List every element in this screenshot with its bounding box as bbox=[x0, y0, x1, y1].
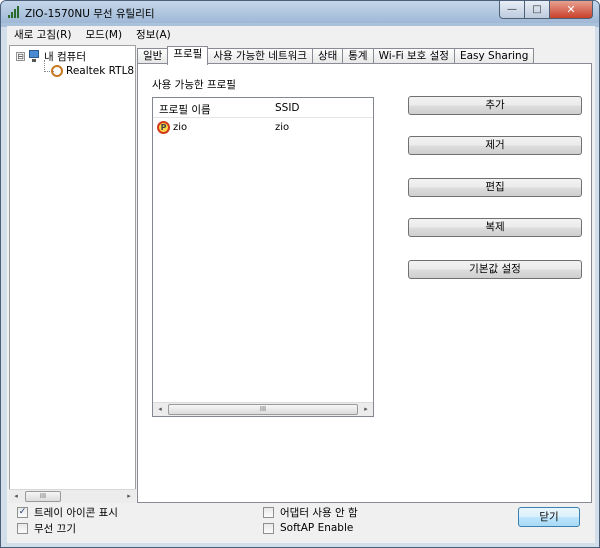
scroll-right-icon[interactable]: ▸ bbox=[122, 490, 136, 503]
tree-item-adapter[interactable]: Realtek RTL8188 bbox=[51, 64, 135, 78]
disable-adapter-option[interactable]: 어댑터 사용 안 함 bbox=[263, 505, 358, 519]
section-label: 사용 가능한 프로필 bbox=[152, 79, 236, 91]
tree-item-my-computer[interactable]: ⊟ 내 컴퓨터 bbox=[16, 49, 86, 63]
tab-statistics[interactable]: 통계 bbox=[342, 48, 374, 64]
profile-icon: P bbox=[157, 121, 170, 134]
scroll-thumb[interactable]: III bbox=[168, 404, 358, 415]
close-button[interactable]: 닫기 bbox=[518, 507, 580, 527]
menu-bar: 새로 고침(R) 모드(M) 정보(A) bbox=[7, 26, 595, 43]
client-area: ⊟ 내 컴퓨터 Realtek RTL8188 ◂ III ▸ 일반 프로필 사… bbox=[7, 43, 595, 543]
disable-adapter-label: 어댑터 사용 안 함 bbox=[280, 506, 358, 519]
scroll-right-icon[interactable]: ▸ bbox=[359, 403, 373, 416]
close-window-button[interactable]: ✕ bbox=[550, 1, 593, 19]
tab-general[interactable]: 일반 bbox=[137, 48, 169, 64]
profile-list[interactable]: 프로필 이름 SSID P zio zio ◂ III ▸ bbox=[152, 97, 374, 417]
tab-strip: 일반 프로필 사용 가능한 네트워크 상태 통계 Wi-Fi 보호 설정 Eas… bbox=[137, 46, 535, 65]
remove-profile-button[interactable]: 제거 bbox=[408, 136, 582, 155]
caption-buttons: — □ ✕ bbox=[499, 1, 593, 19]
scroll-left-icon[interactable]: ◂ bbox=[9, 490, 23, 503]
tree-item-label: Realtek RTL8188 bbox=[66, 65, 135, 77]
tab-available-networks[interactable]: 사용 가능한 네트워크 bbox=[207, 48, 313, 64]
softap-label: SoftAP Enable bbox=[280, 522, 354, 534]
list-horizontal-scrollbar[interactable]: ◂ III ▸ bbox=[153, 402, 373, 416]
menu-about[interactable]: 정보(A) bbox=[129, 27, 178, 42]
menu-mode[interactable]: 모드(M) bbox=[78, 27, 129, 42]
maximize-icon: □ bbox=[532, 4, 542, 15]
profile-name-cell: zio bbox=[173, 122, 188, 133]
softap-checkbox[interactable] bbox=[263, 522, 274, 534]
device-tree[interactable]: ⊟ 내 컴퓨터 Realtek RTL8188 bbox=[9, 45, 136, 503]
tab-status[interactable]: 상태 bbox=[311, 48, 344, 64]
computer-icon bbox=[28, 49, 40, 63]
title-bar[interactable]: ZIO-1570NU 무선 유틸리티 — □ ✕ bbox=[1, 1, 599, 23]
add-profile-button[interactable]: 추가 bbox=[408, 96, 582, 115]
menu-refresh[interactable]: 새로 고침(R) bbox=[7, 27, 78, 42]
signal-bars-icon bbox=[7, 5, 21, 19]
radio-off-label: 무선 끄기 bbox=[34, 522, 76, 535]
edit-profile-button[interactable]: 편집 bbox=[408, 178, 582, 197]
list-header: 프로필 이름 SSID bbox=[153, 98, 373, 118]
radio-off-checkbox[interactable] bbox=[17, 522, 28, 534]
tree-horizontal-scrollbar[interactable]: ◂ III ▸ bbox=[9, 489, 136, 503]
tray-icon-checkbox[interactable]: ✓ bbox=[17, 506, 28, 518]
network-adapter-icon bbox=[51, 65, 63, 77]
duplicate-profile-button[interactable]: 복제 bbox=[408, 218, 582, 237]
window-title: ZIO-1570NU 무선 유틸리티 bbox=[25, 8, 155, 20]
minimize-button[interactable]: — bbox=[499, 1, 525, 19]
radio-off-option[interactable]: 무선 끄기 bbox=[17, 521, 76, 535]
tray-icon-option[interactable]: ✓ 트레이 아이콘 표시 bbox=[17, 505, 118, 519]
maximize-button[interactable]: □ bbox=[525, 1, 550, 19]
profile-tab-panel: 사용 가능한 프로필 프로필 이름 SSID P zio zio ◂ III ▸… bbox=[137, 63, 592, 503]
column-header-profile-name[interactable]: 프로필 이름 bbox=[159, 102, 211, 117]
scroll-thumb[interactable]: III bbox=[25, 491, 61, 502]
app-window: ZIO-1570NU 무선 유틸리티 — □ ✕ 새로 고침(R) 모드(M) … bbox=[0, 0, 600, 548]
softap-option[interactable]: SoftAP Enable bbox=[263, 521, 353, 535]
minimize-icon: — bbox=[507, 4, 517, 15]
tray-icon-label: 트레이 아이콘 표시 bbox=[34, 506, 118, 519]
collapse-icon[interactable]: ⊟ bbox=[16, 51, 25, 61]
column-header-ssid[interactable]: SSID bbox=[275, 102, 300, 114]
tree-item-label: 내 컴퓨터 bbox=[44, 50, 86, 63]
tab-profile[interactable]: 프로필 bbox=[167, 46, 209, 65]
tab-easy-sharing[interactable]: Easy Sharing bbox=[453, 48, 535, 64]
list-item[interactable]: P zio zio bbox=[153, 119, 373, 135]
disable-adapter-checkbox[interactable] bbox=[263, 506, 274, 518]
tab-wps[interactable]: Wi-Fi 보호 설정 bbox=[372, 48, 455, 64]
set-default-button[interactable]: 기본값 설정 bbox=[408, 260, 582, 279]
close-icon: ✕ bbox=[566, 3, 576, 16]
ssid-cell: zio bbox=[275, 122, 290, 133]
scroll-left-icon[interactable]: ◂ bbox=[153, 403, 167, 416]
